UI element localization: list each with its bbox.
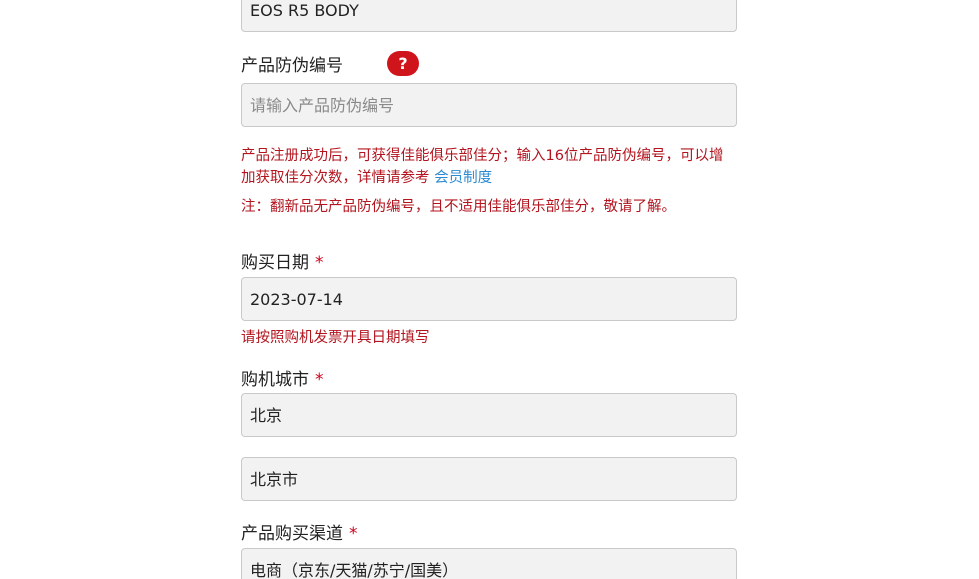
purchase-date-label: 购买日期 * — [241, 253, 324, 273]
serial-number-note: 产品注册成功后，可获得佳能俱乐部佳分；输入16位产品防伪编号，可以增加获取佳分次… — [241, 148, 724, 186]
province-value: 北京 — [250, 406, 283, 425]
purchase-date-hint: 请按照购机发票开具日期填写 — [241, 330, 430, 346]
purchase-date-value: 2023-07-14 — [250, 290, 343, 309]
serial-number-placeholder: 请输入产品防伪编号 — [250, 96, 395, 115]
required-mark: * — [349, 524, 358, 544]
purchase-date-input[interactable]: 2023-07-14 — [241, 277, 737, 321]
help-icon[interactable]: ? — [387, 51, 419, 76]
refurbished-note: 注：翻新品无产品防伪编号，且不适用佳能俱乐部佳分，敬请了解。 — [241, 199, 676, 215]
registration-form-page: EOS R5 BODY 产品防伪编号 ? 请输入产品防伪编号 产品注册成功后，可… — [0, 0, 979, 579]
purchase-channel-value: 电商（京东/天猫/苏宁/国美） — [250, 561, 459, 579]
serial-number-label: 产品防伪编号 — [241, 56, 343, 76]
city-select[interactable]: 北京市 — [241, 457, 737, 501]
required-mark: * — [315, 253, 324, 273]
purchase-channel-label: 产品购买渠道 * — [241, 524, 358, 544]
province-select[interactable]: 北京 — [241, 393, 737, 437]
purchase-city-label: 购机城市 * — [241, 370, 324, 390]
product-model-field[interactable]: EOS R5 BODY — [241, 0, 737, 32]
required-mark: * — [315, 370, 324, 390]
serial-number-input[interactable]: 请输入产品防伪编号 — [241, 83, 737, 127]
membership-rules-link[interactable]: 会员制度 — [434, 170, 492, 186]
city-value: 北京市 — [250, 470, 299, 489]
purchase-channel-select[interactable]: 电商（京东/天猫/苏宁/国美） — [241, 548, 737, 579]
product-model-value: EOS R5 BODY — [250, 1, 359, 20]
